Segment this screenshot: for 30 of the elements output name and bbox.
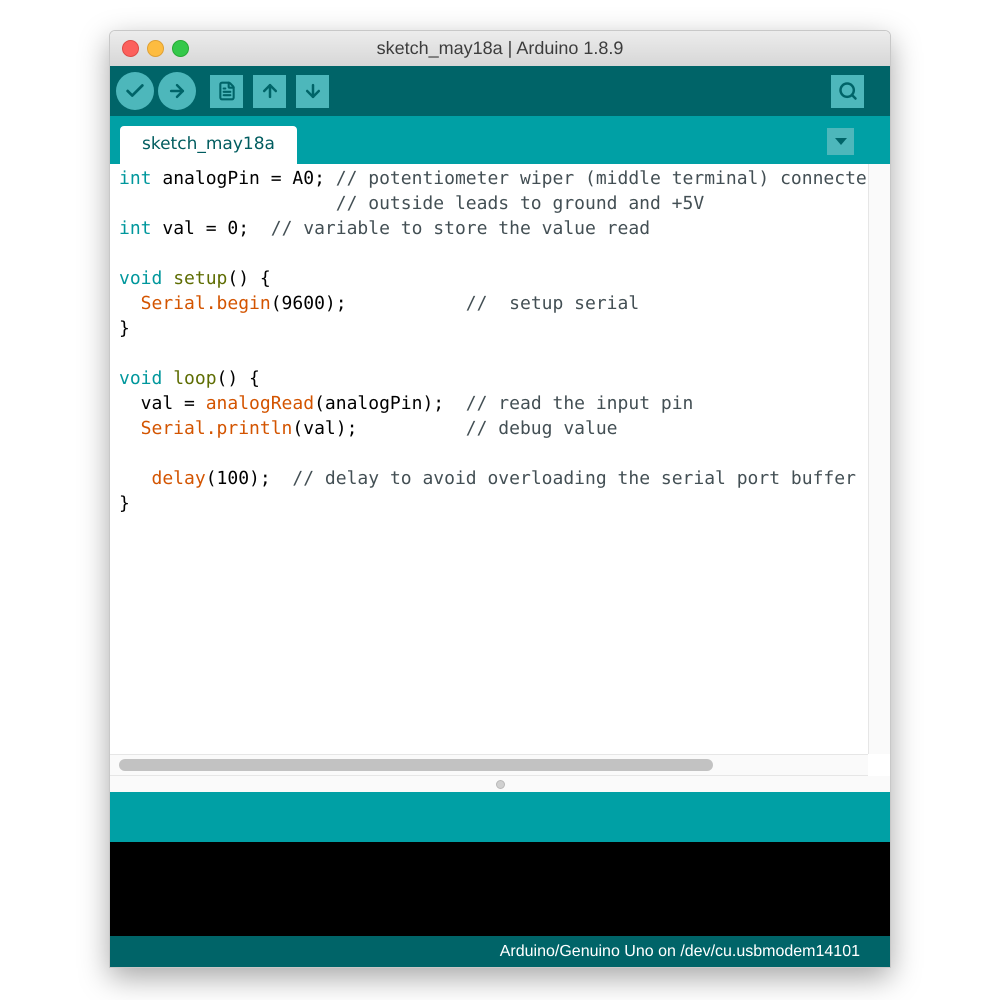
code-line: } [119, 318, 130, 339]
maximize-button[interactable] [172, 40, 189, 57]
document-icon [216, 81, 236, 101]
scrollbar-thumb[interactable] [119, 759, 713, 771]
search-icon [838, 81, 858, 101]
window-title: sketch_may18a | Arduino 1.8.9 [376, 37, 624, 60]
minimize-button[interactable] [147, 40, 164, 57]
upload-button[interactable] [158, 72, 196, 110]
sketch-tab[interactable]: sketch_may18a [120, 126, 297, 164]
code-line: Serial.println(val); // debug value [140, 418, 618, 439]
divider-handle-icon [496, 780, 504, 788]
save-button[interactable] [296, 74, 329, 108]
code-line: // outside leads to ground and +5V [334, 193, 704, 214]
code-line: delay(100); // delay to avoid overloading the serial port buffer [150, 468, 856, 489]
code-line: val = analogRead(analogPin); // read the input pin [140, 393, 694, 414]
arrow-right-icon [167, 81, 187, 101]
verify-button[interactable] [116, 72, 154, 110]
code-line: void setup() { [119, 268, 271, 289]
code-line: } [119, 493, 130, 514]
code-line: int analogPin = A0; // potentiometer wiper (middle terminal) connecte [119, 168, 867, 189]
close-button[interactable] [122, 40, 139, 57]
board-port-label: Arduino/Genuino Uno on /dev/cu.usbmodem14101 [500, 942, 860, 962]
dropdown-arrow-icon [834, 138, 846, 145]
code-line: void loop() { [119, 368, 260, 389]
code-line: int val = 0; // variable to store the value read [119, 218, 650, 239]
code-line: Serial.begin(9600); // setup serial [140, 293, 640, 314]
monitor-button[interactable] [831, 74, 864, 108]
new-button[interactable] [210, 74, 243, 108]
tab-menu-button[interactable] [827, 128, 854, 155]
open-button[interactable] [253, 74, 286, 108]
